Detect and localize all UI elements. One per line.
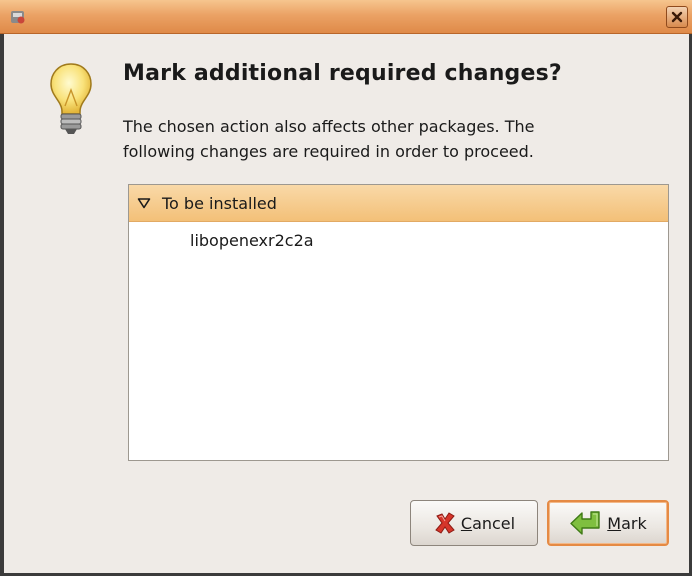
dialog-message: The chosen action also affects other pac…	[123, 114, 663, 164]
close-icon	[671, 11, 683, 23]
mark-mnemonic: M	[607, 513, 622, 533]
dialog-message-line-1: The chosen action also affects other pac…	[123, 117, 535, 136]
package-name: libopenexr2c2a	[190, 231, 314, 250]
dialog-message-line-2: following changes are required in order …	[123, 142, 534, 161]
dialog-heading: Mark additional required changes?	[123, 61, 562, 86]
tree-group-label: To be installed	[162, 193, 277, 213]
cancel-label: Cancel	[461, 514, 515, 533]
cancel-mnemonic: C	[460, 513, 473, 533]
mark-label: Mark	[607, 514, 646, 533]
mark-button[interactable]: Mark	[547, 500, 669, 546]
tree-group-to-be-installed[interactable]: To be installed	[129, 185, 668, 222]
lightbulb-icon	[50, 63, 92, 134]
app-icon	[11, 11, 25, 24]
cancel-button[interactable]: Cancel	[410, 500, 538, 546]
tree-item-package[interactable]: libopenexr2c2a	[129, 222, 668, 259]
window-frame-left	[0, 34, 4, 576]
close-button[interactable]	[666, 6, 688, 28]
apply-arrow-icon	[570, 511, 600, 535]
changes-tree[interactable]: To be installed libopenexr2c2a	[128, 184, 669, 461]
cancel-x-icon	[435, 512, 455, 534]
window-titlebar[interactable]	[0, 0, 692, 34]
mark-label-rest: ark	[621, 513, 647, 533]
triangle-down-icon[interactable]	[137, 197, 151, 209]
cancel-label-rest: ancel	[472, 513, 516, 533]
